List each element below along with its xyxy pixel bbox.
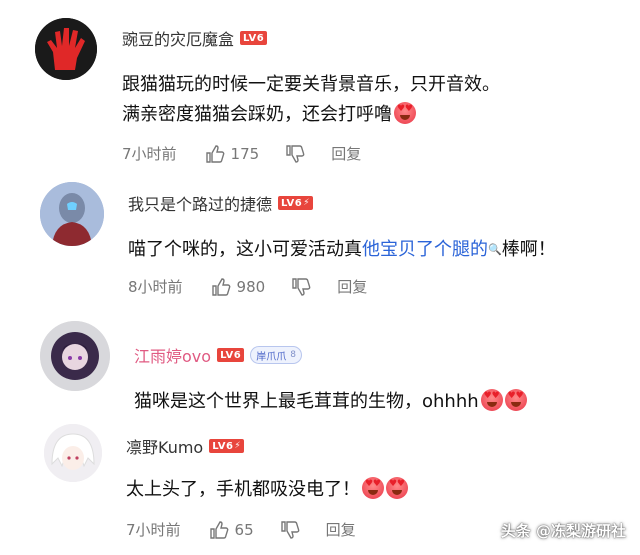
username[interactable]: 凛野Kumo	[126, 434, 203, 458]
level-badge: LV6 ⚡	[278, 196, 314, 210]
reply-button[interactable]: 回复	[326, 519, 356, 540]
thumbs-up-icon	[211, 277, 230, 296]
comment-item: 江雨婷ovo LV6 岸爪爪 8 猫咪是这个世界上最毛茸茸的生物，ohhhh	[0, 305, 640, 420]
username-row: 豌豆的灾厄魔盒 LV6	[122, 26, 268, 50]
like-button[interactable]: 65	[209, 520, 254, 540]
red-hand-icon	[35, 18, 97, 80]
username-row: 江雨婷ovo LV6 岸爪爪 8	[134, 343, 302, 367]
avatar[interactable]	[40, 321, 110, 391]
heart-eyes-emoji	[386, 477, 408, 499]
username[interactable]: 江雨婷ovo	[134, 343, 211, 367]
thumbs-down-icon	[280, 520, 300, 539]
timestamp: 8小时前	[128, 278, 183, 296]
white-hair-avatar-icon	[44, 424, 102, 482]
comment-item: 我只是个路过的捷德 LV6 ⚡ 喵了个咪的，这小可爱活动真他宝贝了个腿的🔍棒啊！ …	[0, 175, 640, 305]
username-row: 凛野Kumo LV6 ⚡	[126, 434, 245, 458]
comment-meta: 8小时前 980 回复	[128, 276, 393, 297]
bolt-icon: ⚡	[303, 198, 311, 208]
level-badge: LV6	[217, 348, 245, 362]
username[interactable]: 我只是个路过的捷德	[128, 191, 272, 215]
comment-meta: 7小时前 175 回复	[122, 143, 387, 164]
like-count: 175	[230, 144, 260, 163]
like-button[interactable]: 175	[205, 144, 260, 164]
heart-eyes-emoji	[362, 477, 384, 499]
dislike-button[interactable]	[291, 277, 311, 297]
like-count: 980	[236, 277, 266, 296]
thumbs-up-icon	[205, 144, 224, 163]
thumbs-down-icon	[286, 144, 305, 163]
dislike-button[interactable]	[285, 144, 305, 164]
avatar[interactable]	[44, 424, 102, 482]
username-row: 我只是个路过的捷德 LV6 ⚡	[128, 191, 314, 215]
thumbs-up-icon	[209, 520, 228, 539]
hero-figure-icon	[40, 182, 104, 246]
thumbs-down-icon	[292, 277, 311, 296]
reply-button[interactable]: 回复	[337, 276, 367, 297]
topic-link[interactable]: 他宝贝了个腿的	[362, 239, 488, 260]
comment-text: 猫咪是这个世界上最毛茸茸的生物，ohhhh	[134, 387, 527, 417]
comment-text: 喵了个咪的，这小可爱活动真他宝贝了个腿的🔍棒啊！	[128, 239, 556, 260]
reply-button[interactable]: 回复	[331, 143, 361, 164]
fan-medal-badge[interactable]: 岸爪爪 8	[250, 346, 302, 364]
level-badge: LV6 ⚡	[209, 439, 245, 453]
bolt-icon: ⚡	[234, 441, 242, 451]
level-badge: LV6	[240, 31, 268, 45]
like-count: 65	[234, 520, 254, 539]
anime-avatar-icon	[40, 321, 110, 391]
comment-text: 太上头了，手机都吸没电了！	[126, 475, 408, 505]
search-icon: 🔍	[488, 243, 502, 256]
comment-meta: 7小时前 65 回复	[126, 519, 382, 540]
avatar[interactable]	[40, 182, 104, 246]
timestamp: 7小时前	[126, 521, 181, 539]
avatar[interactable]	[35, 18, 97, 80]
heart-eyes-emoji	[504, 389, 527, 411]
heart-eyes-emoji	[394, 102, 416, 124]
comment-text: 跟猫猫玩的时候一定要关背景音乐，只开音效。 满亲密度猫猫会踩奶，还会打呼噜	[122, 70, 500, 130]
timestamp: 7小时前	[122, 145, 177, 163]
like-button[interactable]: 980	[211, 277, 266, 297]
heart-eyes-emoji	[480, 389, 503, 411]
comment-item: 豌豆的灾厄魔盒 LV6 跟猫猫玩的时候一定要关背景音乐，只开音效。 满亲密度猫猫…	[0, 0, 640, 175]
username[interactable]: 豌豆的灾厄魔盒	[122, 26, 234, 50]
watermark: 头条 @冻梨游研社	[500, 522, 626, 540]
dislike-button[interactable]	[280, 520, 300, 540]
